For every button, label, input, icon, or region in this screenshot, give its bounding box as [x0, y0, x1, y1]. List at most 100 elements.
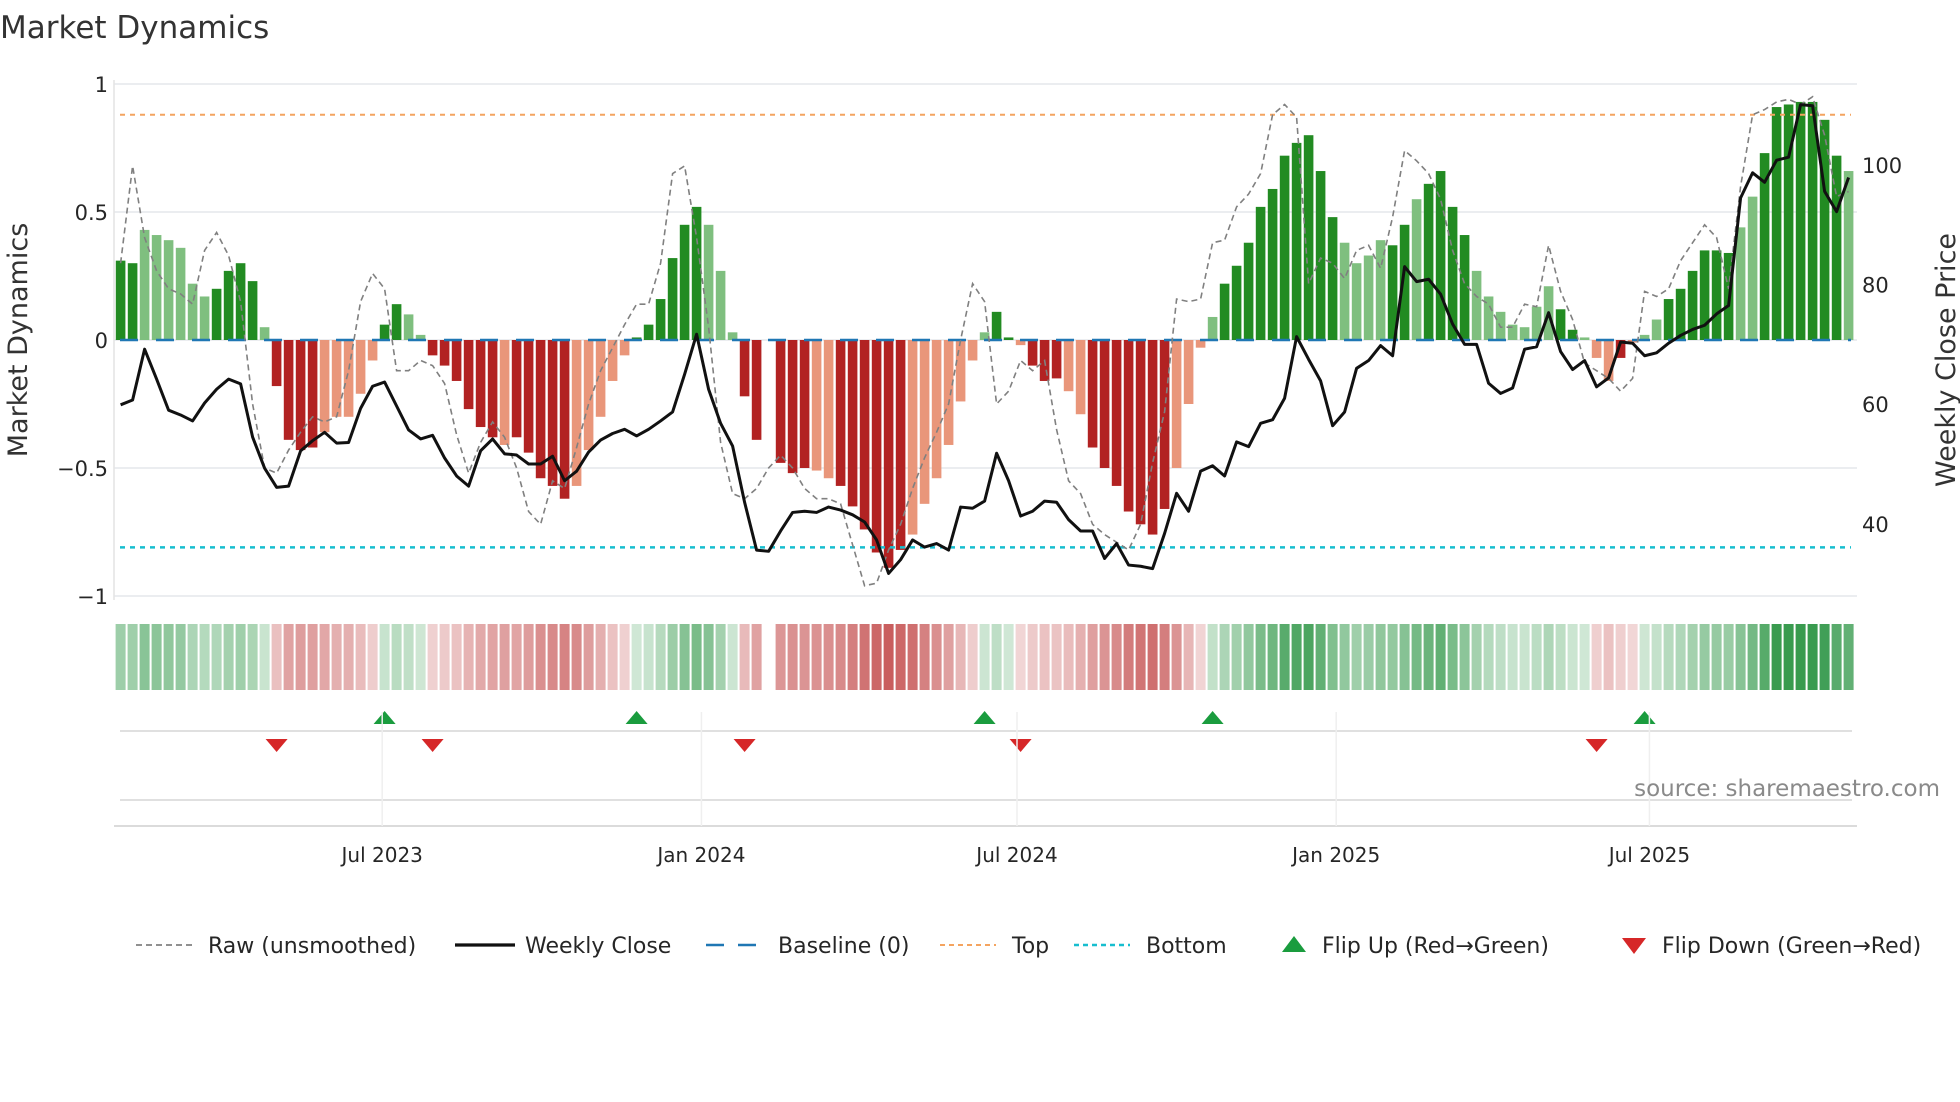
legend-flip-up-icon [1282, 936, 1306, 952]
heat-strip-cell [1435, 624, 1446, 690]
heat-strip-cell [1003, 624, 1014, 690]
heat-strip-cell [1327, 624, 1338, 690]
dynamics-bar [1255, 206, 1266, 340]
heat-strip-cell [727, 624, 738, 690]
dynamics-bar [1231, 265, 1242, 340]
heat-strip-cell [1495, 624, 1506, 690]
dynamics-bar [1411, 199, 1422, 340]
dynamics-bar [1279, 155, 1290, 340]
heat-strip-cell [595, 624, 606, 690]
legend-label: Baseline (0) [778, 934, 909, 959]
heat-strip-cell [1087, 624, 1098, 690]
heat-strip-cell [1699, 624, 1710, 690]
dynamics-bar [343, 340, 354, 417]
heat-strip-cell [1351, 624, 1362, 690]
heat-strip-cell [799, 624, 810, 690]
flip-down-marker [421, 739, 444, 752]
heat-strip-cell [355, 624, 366, 690]
x-tick-label: Jul 2024 [974, 843, 1057, 867]
heat-strip-cell [331, 624, 342, 690]
dynamics-bar [1303, 135, 1314, 340]
dynamics-bar [247, 281, 258, 340]
heat-strip-cell [847, 624, 858, 690]
heat-strip-cell [883, 624, 894, 690]
dynamics-bar [499, 340, 510, 445]
dynamics-bar [787, 340, 798, 474]
dynamics-bar [403, 314, 414, 340]
heat-strip-cell [1315, 624, 1326, 690]
heat-strip-cell [1459, 624, 1470, 690]
legend: Raw (unsmoothed) Weekly Close Baseline (0)… [136, 934, 1921, 959]
heat-strip-cell [1015, 624, 1026, 690]
heat-strip-cell [967, 624, 978, 690]
heat-strip-cell [271, 624, 282, 690]
dynamics-bar [1447, 206, 1458, 340]
x-tick-label: Jul 2025 [1607, 843, 1690, 867]
dynamics-bar [1327, 217, 1338, 340]
dynamics-bar [739, 340, 750, 397]
heat-strip-cell [379, 624, 390, 690]
flip-down-marker [733, 739, 756, 752]
dynamics-bar [1315, 171, 1326, 340]
dynamics-bar [1471, 270, 1482, 340]
heat-strip-cell [1183, 624, 1194, 690]
heat-strip [115, 624, 1854, 690]
heat-strip-cell [1243, 624, 1254, 690]
dynamics-bar [943, 340, 954, 445]
heat-strip-cell [283, 624, 294, 690]
dynamics-bar [1651, 319, 1662, 340]
dynamics-bar [1591, 340, 1602, 358]
legend-label: Raw (unsmoothed) [208, 934, 416, 959]
heat-strip-cell [1111, 624, 1122, 690]
heat-strip-cell [1219, 624, 1230, 690]
levels [120, 113, 1851, 549]
heat-strip-cell [1063, 624, 1074, 690]
heat-strip-cell [1711, 624, 1722, 690]
heat-strip-cell [835, 624, 846, 690]
heat-strip-cell [259, 624, 270, 690]
heat-strip-cell [1735, 624, 1746, 690]
heat-strip-cell [895, 624, 906, 690]
x-tick-label: Jul 2023 [340, 843, 423, 867]
heat-strip-cell [1663, 624, 1674, 690]
lines [119, 95, 1851, 587]
heat-strip-cell [1675, 624, 1686, 690]
heat-strip-cell [427, 624, 438, 690]
heat-strip-cell [1771, 624, 1782, 690]
dynamics-bar [1123, 340, 1134, 512]
heat-strip-cell [1615, 624, 1626, 690]
heat-strip-cell [307, 624, 318, 690]
heat-strip-cell [1135, 624, 1146, 690]
dynamics-bar [1423, 183, 1434, 340]
dynamics-bar [1435, 171, 1446, 340]
heat-strip-cell [1471, 624, 1482, 690]
heat-strip-cell [223, 624, 234, 690]
dynamics-bar [475, 340, 486, 428]
heat-strip-cell [1567, 624, 1578, 690]
legend-label: Weekly Close [525, 934, 671, 959]
flip-down-marker [1009, 739, 1032, 752]
dynamics-bar [1087, 340, 1098, 448]
dynamics-bar [811, 340, 822, 471]
heat-strip-cell [703, 624, 714, 690]
dynamics-bar [367, 340, 378, 361]
heat-strip-cell [943, 624, 954, 690]
dynamics-bar [643, 324, 654, 340]
heat-strip-cell [295, 624, 306, 690]
dynamics-bar [1051, 340, 1062, 379]
legend-label: Top [1011, 934, 1049, 959]
heat-strip-cell [571, 624, 582, 690]
heat-strip-cell [715, 624, 726, 690]
dynamics-bar [835, 340, 846, 486]
heat-strip-cell [1051, 624, 1062, 690]
heat-strip-cell [991, 624, 1002, 690]
heat-strip-cell [1423, 624, 1434, 690]
raw-line [119, 95, 1849, 587]
dynamics-bar [319, 340, 330, 433]
dynamics-bar [151, 235, 162, 340]
heat-strip-cell [1843, 624, 1854, 690]
dynamics-bar [715, 270, 726, 340]
heat-strip-cell [1075, 624, 1086, 690]
dynamics-bar [775, 340, 786, 463]
heat-strip-cell [391, 624, 402, 690]
